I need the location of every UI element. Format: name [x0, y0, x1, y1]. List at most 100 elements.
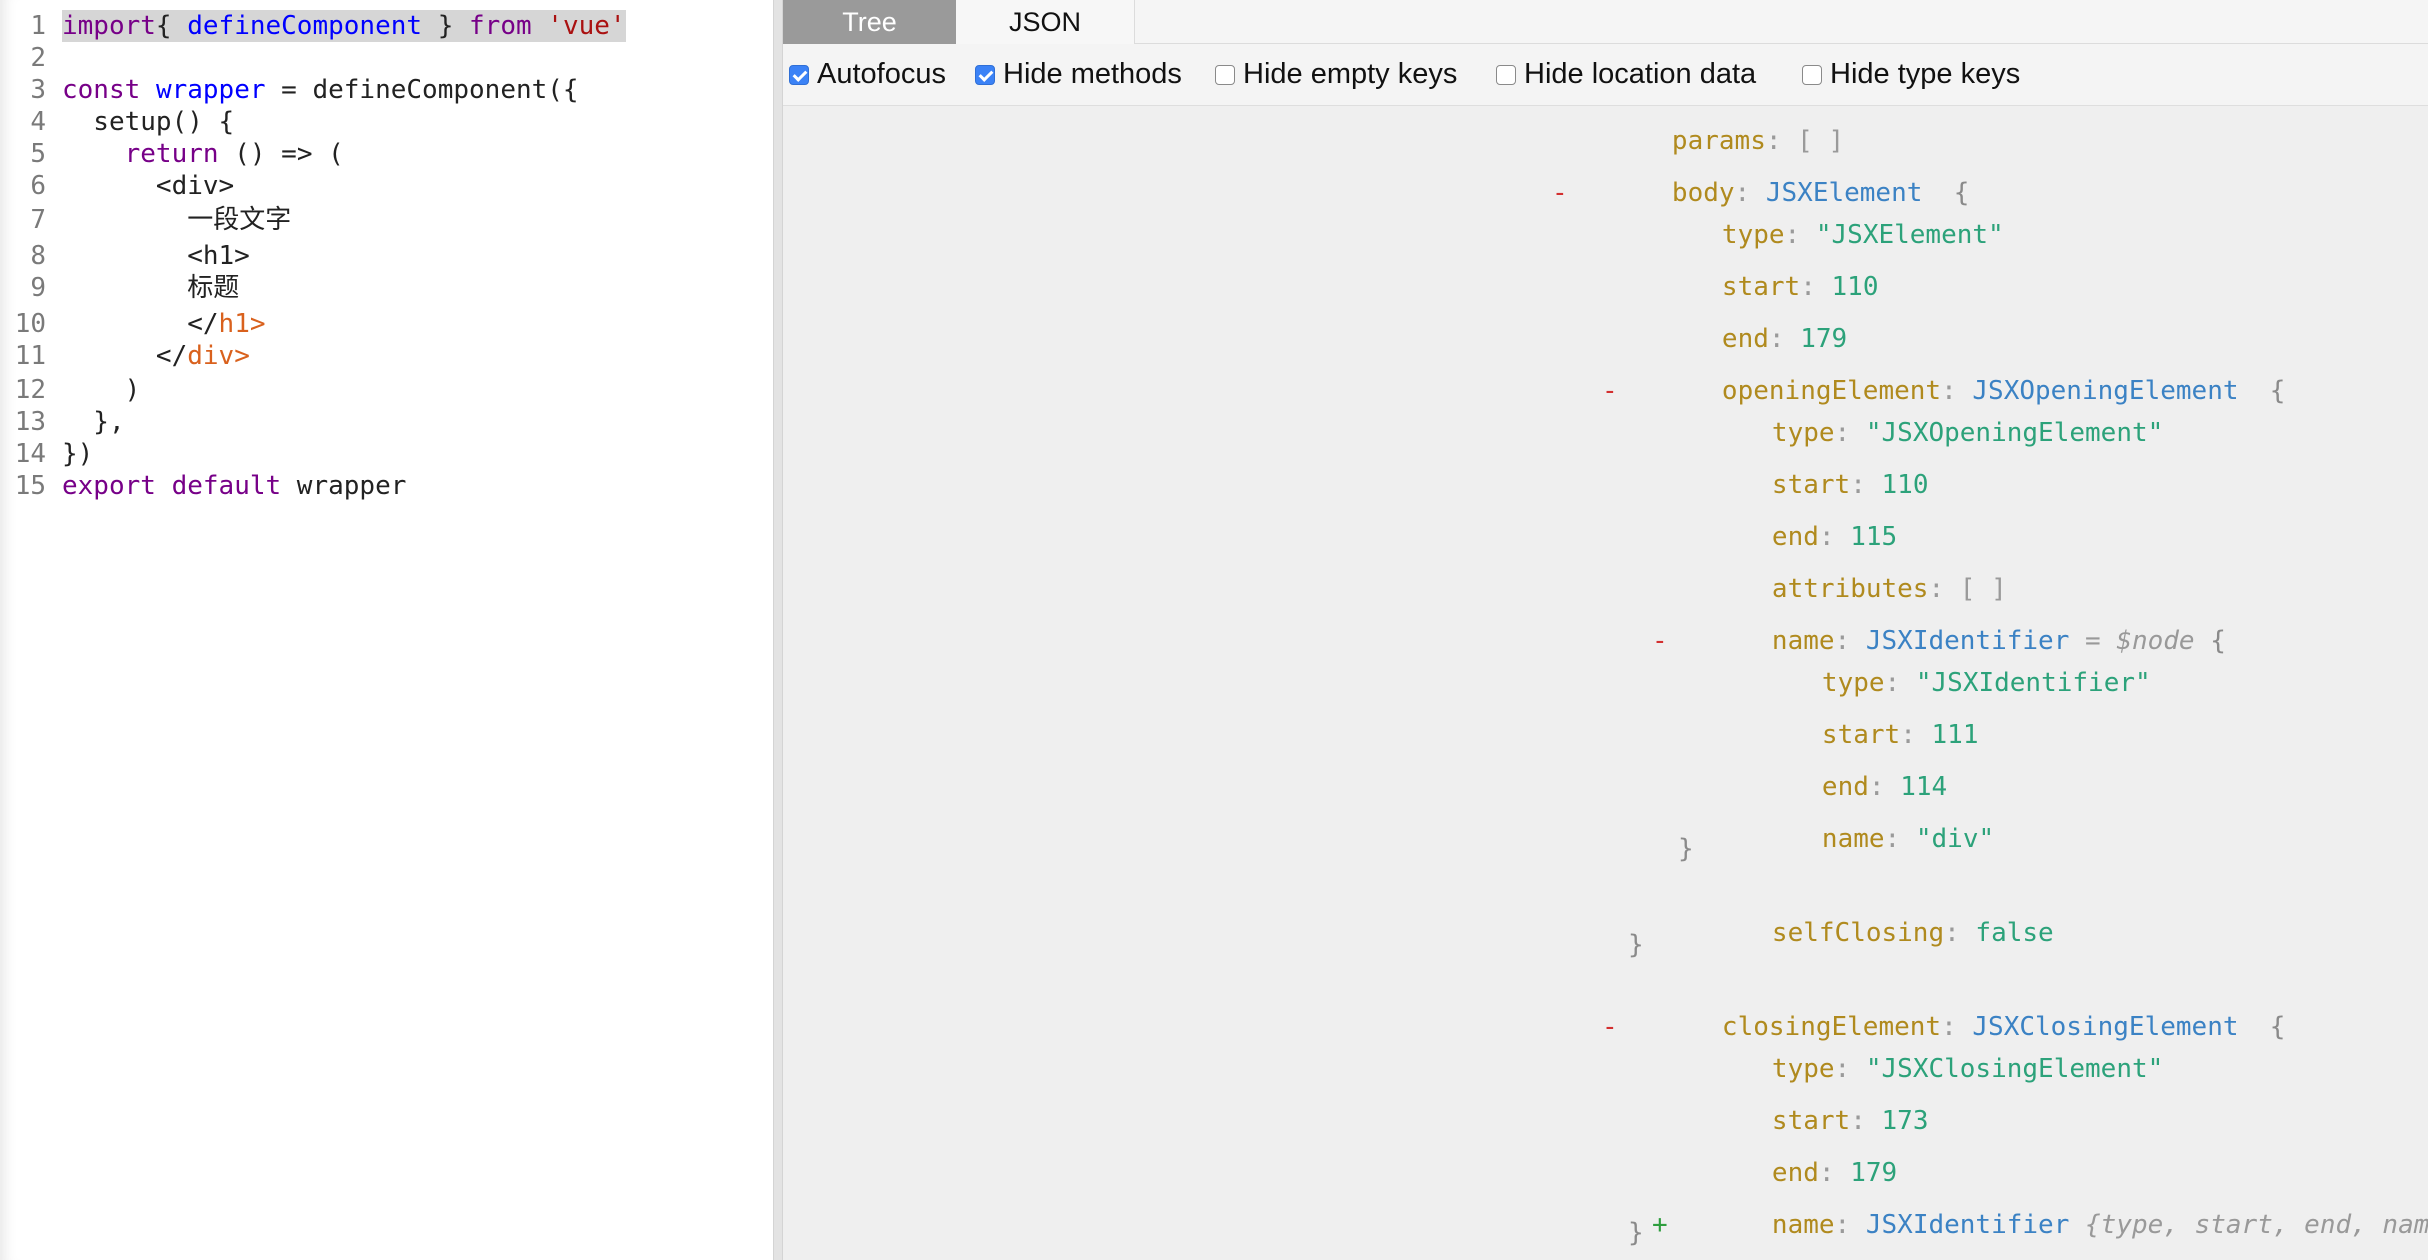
- code-text: <div>: [62, 170, 234, 202]
- tree-row-start: start: 110: [1721, 272, 1879, 302]
- tree-key: name: [1821, 824, 1885, 854]
- option-hide-type-keys[interactable]: Hide type keys: [1802, 56, 2020, 92]
- collapse-toggle[interactable]: -: [1552, 176, 1568, 210]
- option-hide-location-data[interactable]: Hide location data: [1496, 56, 1756, 92]
- tree-row-name-collapsed[interactable]: + name: JSXIdentifier {type, start, end, …: [1652, 1174, 2428, 1240]
- line-number: 3: [30, 75, 46, 105]
- line-number: 14: [14, 439, 46, 469]
- line-number: 7: [30, 205, 46, 235]
- option-label: Hide type keys: [1830, 58, 2021, 90]
- closing-brace: }: [1628, 930, 1644, 960]
- code-text: </div>: [62, 340, 250, 372]
- code-text: const wrapper = defineComponent({: [62, 74, 579, 106]
- code-token: <div>: [62, 171, 235, 201]
- line-number: 11: [14, 341, 46, 371]
- hide-empty-keys-checkbox[interactable]: [1215, 65, 1235, 85]
- tree-row-closing-element[interactable]: - closingElement: JSXClosingElement {: [1602, 976, 2285, 1042]
- hide-location-data-checkbox[interactable]: [1496, 65, 1516, 85]
- collapse-toggle[interactable]: -: [1602, 374, 1618, 408]
- option-autofocus[interactable]: Autofocus: [789, 56, 946, 92]
- code-token: import: [62, 11, 156, 41]
- panel-splitter[interactable]: [773, 0, 783, 1260]
- tree-row-name[interactable]: - name: JSXIdentifier = $node {: [1652, 590, 2226, 656]
- code-text: },: [62, 406, 125, 438]
- code-token: const: [62, 75, 141, 105]
- code-token: defineComponent: [187, 11, 423, 41]
- tree-row-opening-element[interactable]: - openingElement: JSXOpeningElement {: [1602, 340, 2285, 406]
- tree-row-name-value: name: "div": [1821, 824, 1995, 854]
- code-token: h1>: [218, 309, 266, 339]
- tree-row-type: type: "JSXIdentifier": [1821, 668, 2151, 698]
- option-hide-empty-keys[interactable]: Hide empty keys: [1215, 56, 1457, 92]
- tree-row-end: end: 115: [1771, 522, 1898, 552]
- line-number: 5: [30, 139, 46, 169]
- code-token: () => (: [218, 139, 344, 169]
- output-tabs: Tree JSON: [783, 0, 2428, 44]
- expand-toggle[interactable]: +: [1652, 1208, 1668, 1242]
- line-number: 8: [30, 241, 46, 271]
- tree-value: false: [1975, 918, 2054, 948]
- code-token: 标题: [187, 273, 240, 303]
- code-token: wrapper: [155, 75, 266, 105]
- code-token: 一段文字: [187, 205, 292, 235]
- closing-brace: }: [1628, 1218, 1644, 1248]
- tree-row-attributes: attributes: [ ]: [1771, 574, 2007, 604]
- tree-row-type: type: "JSXOpeningElement": [1771, 418, 2164, 448]
- code-text: 一段文字: [62, 204, 291, 236]
- code-token: wrapper: [281, 471, 407, 501]
- tree-row-start: start: 173: [1771, 1106, 1929, 1136]
- collapse-toggle[interactable]: -: [1602, 1010, 1618, 1044]
- code-token: from: [469, 11, 532, 41]
- code-token: },: [62, 407, 125, 437]
- tree-value: "div": [1915, 824, 1995, 854]
- node-summary: {type, start, end, name}: [2085, 1210, 2428, 1240]
- code-token: }: [422, 11, 470, 41]
- code-text: setup() {: [62, 106, 234, 138]
- hide-methods-checkbox[interactable]: [975, 65, 995, 85]
- line-number: 10: [14, 309, 46, 339]
- line-number: 13: [14, 407, 46, 437]
- code-text: return () => (: [62, 138, 344, 170]
- tree-row-type: type: "JSXClosingElement": [1771, 1054, 2164, 1084]
- tree-row-body[interactable]: - body: JSXElement {: [1552, 142, 1969, 208]
- code-text: export default wrapper: [62, 470, 406, 502]
- code-text: }): [62, 438, 93, 470]
- code-text: import{ defineComponent } from 'vue': [62, 10, 626, 42]
- tree-row-self-closing: selfClosing: false: [1771, 918, 2054, 948]
- code-token: default: [171, 471, 282, 501]
- option-hide-methods[interactable]: Hide methods: [975, 56, 1182, 92]
- collapse-toggle[interactable]: -: [1652, 624, 1668, 658]
- code-token: 'vue': [547, 11, 626, 41]
- code-token: return: [124, 139, 219, 169]
- line-number: 15: [14, 471, 46, 501]
- option-label: Autofocus: [817, 58, 946, 90]
- code-token: div>: [187, 341, 250, 371]
- ast-tree-view: params: [ ] - body: JSXElement { type: "J…: [783, 106, 2428, 1260]
- code-text: </h1>: [62, 308, 266, 340]
- code-token: setup() {: [62, 107, 235, 137]
- output-panel: Tree JSON Autofocus Hide methods Hide em…: [783, 0, 2428, 1260]
- tree-key: selfClosing: [1771, 918, 1945, 948]
- line-number: 6: [30, 171, 46, 201]
- hide-type-keys-checkbox[interactable]: [1802, 65, 1822, 85]
- tree-row-end: end: 179: [1721, 324, 1848, 354]
- code-text: ): [62, 374, 141, 406]
- tree-row-start: start: 110: [1771, 470, 1929, 500]
- code-token: }): [62, 439, 94, 469]
- autofocus-checkbox[interactable]: [789, 65, 809, 85]
- tab-tree[interactable]: Tree: [783, 0, 956, 44]
- code-text: <h1>: [62, 240, 250, 272]
- code-editor[interactable]: 1 import{ defineComponent } from 'vue' 2 3 c…: [0, 0, 773, 1260]
- tab-json[interactable]: JSON: [956, 0, 1135, 44]
- code-token: export: [62, 471, 156, 501]
- tree-row-end: end: 114: [1821, 772, 1948, 802]
- line-number: 1: [30, 11, 46, 41]
- node-type: JSXIdentifier: [1865, 1210, 2070, 1240]
- line-number: 9: [30, 273, 46, 303]
